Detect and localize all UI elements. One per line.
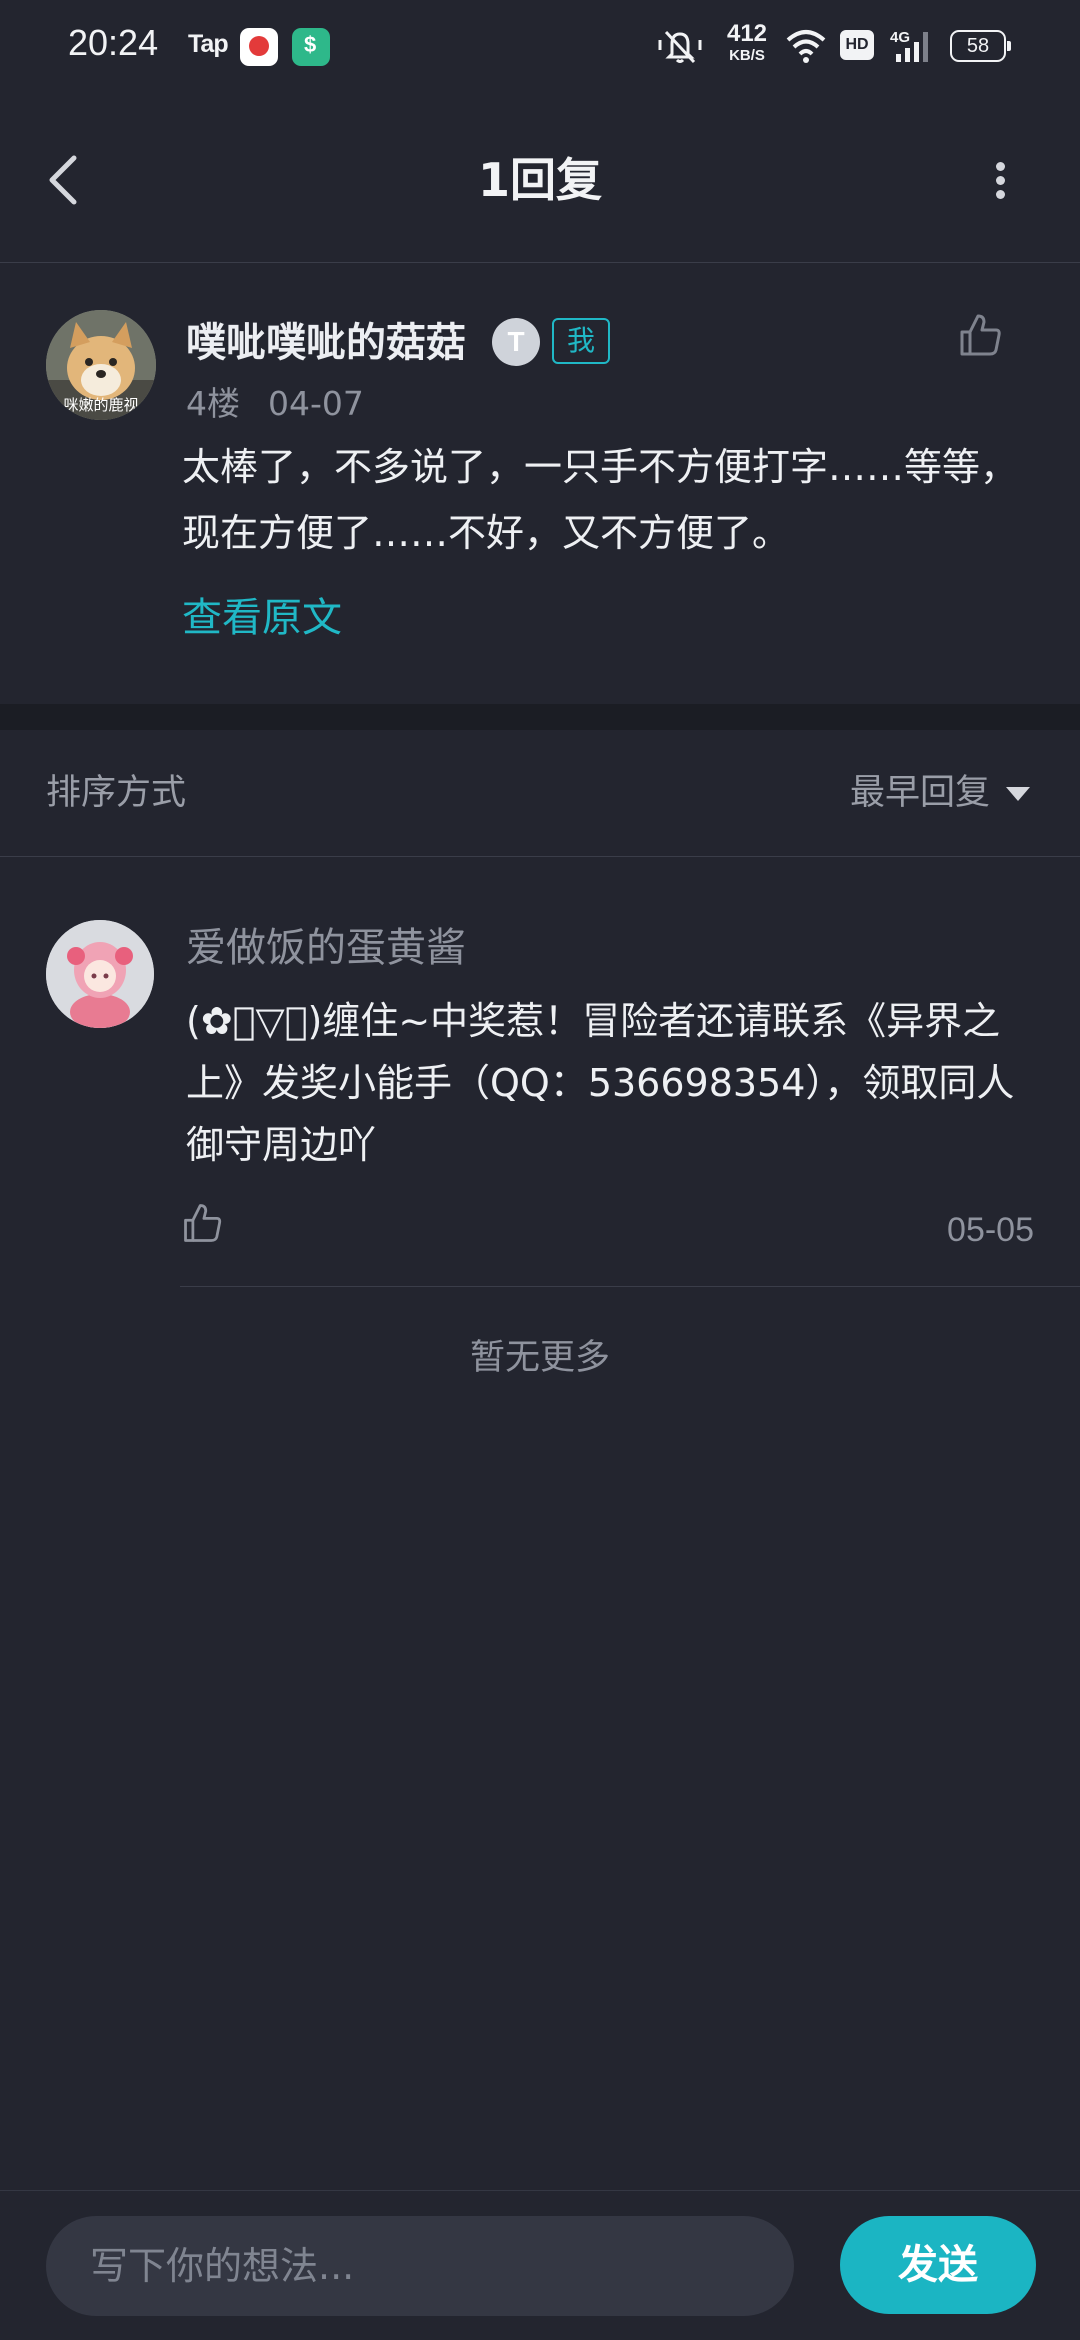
header-divider <box>0 262 1080 263</box>
author-avatar[interactable]: 咪嫩的鹿视 <box>46 310 156 420</box>
composer-divider <box>0 2190 1080 2191</box>
like-icon[interactable] <box>180 1200 226 1246</box>
post-date: 04-07 <box>268 384 364 423</box>
me-tag: 我 <box>552 318 610 364</box>
reply-date: 05-05 <box>947 1211 1034 1249</box>
level-badge: T <box>492 318 540 366</box>
reply-content: (✿ﾟ▽ﾟ)缠住~中奖惹！冒险者还请联系《异界之上》发奖小能手（QQ：53669… <box>186 999 1015 1167</box>
mute-bell-icon <box>658 30 702 64</box>
sort-divider <box>0 856 1080 857</box>
svg-text:4G: 4G <box>890 29 910 46</box>
caret-down-icon[interactable] <box>1006 787 1030 801</box>
author-name[interactable]: 噗呲噗呲的菇菇 <box>186 316 466 370</box>
sort-dropdown[interactable]: 最早回复 <box>850 766 990 820</box>
send-button[interactable]: 发送 <box>840 2216 1036 2314</box>
reply-author-name[interactable]: 爱做饭的蛋黄酱 <box>186 920 466 976</box>
status-time: 20:24 <box>68 22 159 63</box>
page-title: 1回复 <box>477 153 602 207</box>
comment-input[interactable] <box>46 2216 794 2316</box>
hd-icon: HD <box>840 30 874 60</box>
app-shield-icon <box>292 28 330 66</box>
more-dot <box>996 162 1005 171</box>
floor-number: 4楼 <box>186 384 240 423</box>
view-original-link[interactable]: 查看原文 <box>182 588 342 648</box>
section-divider <box>0 704 1080 730</box>
reply-divider <box>180 1286 1080 1287</box>
more-dot <box>996 190 1005 199</box>
reply-author-avatar[interactable] <box>46 920 154 1028</box>
app-du-icon <box>240 28 278 66</box>
wifi-icon <box>786 30 826 63</box>
avatar-caption: 咪嫩的鹿视 <box>63 396 139 414</box>
anime-avatar-image <box>46 920 154 1028</box>
like-icon[interactable] <box>956 310 1006 360</box>
network-speed: 412 KB/S <box>726 20 768 64</box>
signal-icon: 4G <box>890 29 928 62</box>
tap-app-icon: Tap <box>188 30 229 58</box>
sort-label: 排序方式 <box>46 773 187 813</box>
more-dot <box>996 176 1005 185</box>
status-bar: 20:24 Tap 412 KB/S HD 4G 58 <box>0 0 1080 96</box>
post-meta: 4楼 04-07 <box>186 382 364 426</box>
post-content: 太棒了，不多说了，一只手不方便打字……等等，现在方便了……不好，又不方便了。 <box>182 445 1019 555</box>
battery-icon: 58 <box>950 30 1011 62</box>
no-more-text: 暂无更多 <box>469 1338 610 1378</box>
more-options-button[interactable] <box>980 150 1020 210</box>
